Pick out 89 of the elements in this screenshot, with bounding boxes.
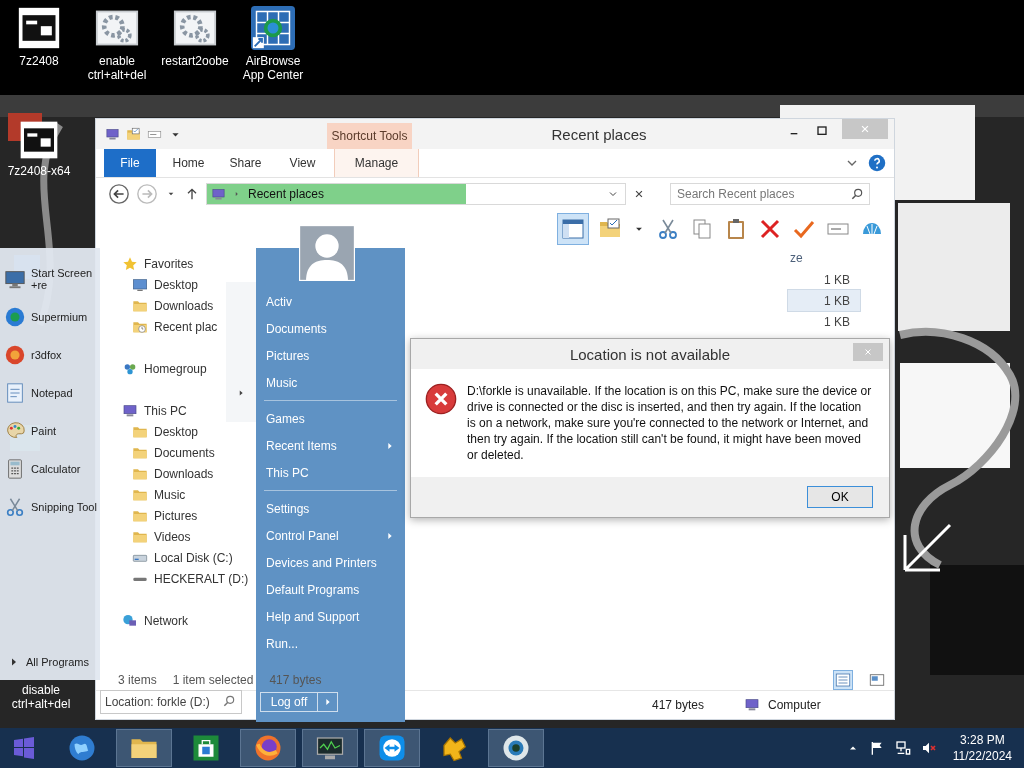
computer-icon: [211, 186, 226, 202]
back-icon[interactable]: [108, 183, 130, 205]
search-icon: [222, 694, 236, 708]
browser-icon[interactable]: [4, 344, 26, 366]
ribbon-tab[interactable]: View: [274, 149, 331, 177]
dialog-title: Location is not available: [569, 345, 731, 363]
nav-item[interactable]: Pictures: [154, 508, 198, 523]
details-view-icon[interactable]: [834, 671, 852, 689]
program-item[interactable]: Start Screen +re: [31, 267, 99, 291]
windows-logo-icon: [12, 736, 36, 760]
table-cell[interactable]: 1 KB: [788, 311, 860, 332]
nav-item[interactable]: Local Disk (C:): [154, 550, 233, 565]
desktop-icon-label[interactable]: restart2oobe: [157, 54, 233, 68]
column-header[interactable]: ze: [788, 247, 860, 269]
taskbar-button[interactable]: [302, 729, 358, 767]
search-icon: [850, 187, 864, 201]
nav-item[interactable]: Favorites: [144, 256, 194, 271]
eye-icon: [501, 733, 531, 763]
desktop-icon-label[interactable]: AirBrowse App Center: [235, 54, 311, 82]
user-picture-icon[interactable]: [299, 225, 355, 281]
nav-item[interactable]: Desktop: [154, 424, 199, 439]
program-item[interactable]: Supermium: [31, 311, 99, 323]
context-tab-header: Shortcut Tools: [327, 123, 412, 149]
computer-icon[interactable]: [122, 402, 138, 419]
ribbon-tab[interactable]: Manage: [334, 149, 419, 177]
computer-icon: [744, 697, 760, 713]
status-text: 417 bytes: [269, 673, 322, 687]
table-cell[interactable]: 1 KB: [788, 290, 860, 311]
firefox-icon: [253, 733, 283, 763]
nav-item[interactable]: Downloads: [154, 298, 214, 313]
desktop-icon-label[interactable]: 7z2408: [1, 54, 77, 68]
desktop-icon-label[interactable]: enable ctrl+alt+del: [79, 54, 155, 82]
taskbar-button[interactable]: [488, 729, 544, 767]
arrow-button[interactable]: [318, 692, 338, 712]
nav-item[interactable]: Documents: [154, 445, 215, 460]
remote-arrows-icon: [377, 733, 407, 763]
ribbon-tab[interactable]: Share: [217, 149, 274, 177]
error-message: D:\forkle is unavailable. If the location is on this PC, make sure the device or drive is connected or the disc is inserted, and then try again. If the location is on a network, make sure you're connected to the network or Internet, and then try again. If the location still can't be found, it might have been moved or deleted.: [467, 383, 873, 463]
network-icon[interactable]: [894, 740, 911, 756]
program-item[interactable]: r3dfox: [31, 349, 99, 361]
nav-item[interactable]: HECKERALT (D:): [154, 571, 249, 586]
clock-date[interactable]: 11/22/2024: [952, 748, 1012, 764]
clock-time[interactable]: 3:28 PM: [960, 732, 1005, 748]
speaker-icon[interactable]: [920, 740, 937, 756]
address-field[interactable]: Recent places: [206, 183, 626, 205]
store-icon: [191, 733, 221, 763]
status-text: 1 item selected: [172, 673, 254, 687]
nav-item[interactable]: Music: [154, 487, 186, 502]
address-text: Recent places: [248, 187, 325, 201]
error-icon: [425, 383, 457, 415]
monitor-icon[interactable]: [4, 268, 26, 290]
search-field[interactable]: Search Recent places: [670, 183, 870, 205]
window-title: Recent places: [550, 124, 648, 145]
star-icon[interactable]: [122, 255, 138, 272]
monitor-icon[interactable]: [132, 276, 148, 293]
taskbar-button[interactable]: [364, 729, 420, 767]
nav-item[interactable]: This PC: [144, 403, 187, 418]
notepad-icon[interactable]: [4, 382, 26, 404]
program-item[interactable]: Snipping Tool: [31, 501, 99, 513]
status-text: 417 bytes: [652, 698, 706, 712]
status-text: Computer: [768, 698, 821, 712]
nav-item[interactable]: Recent plac: [154, 319, 218, 334]
desktop-icon-label[interactable]: disable ctrl+alt+del: [3, 683, 79, 711]
program-item[interactable]: Paint: [31, 425, 99, 437]
archive-icon[interactable]: [17, 6, 61, 50]
computer-icon[interactable]: [105, 126, 120, 142]
table-cell[interactable]: 1 KB: [788, 269, 860, 290]
ribbon-tab[interactable]: Home: [160, 149, 217, 177]
nav-item[interactable]: Downloads: [154, 466, 214, 481]
nav-item[interactable]: Videos: [154, 529, 191, 544]
search-field[interactable]: Location: forkle (D:): [100, 690, 242, 714]
file-tab[interactable]: File: [104, 149, 156, 177]
scissors-icon[interactable]: [4, 496, 26, 518]
ok-button[interactable]: OK: [807, 486, 873, 508]
desktop-icon-label[interactable]: 7z2408-x64: [1, 164, 77, 178]
folder-check-icon[interactable]: [126, 126, 141, 142]
globe-icon: [67, 733, 97, 763]
preview-view-icon[interactable]: [868, 671, 886, 689]
browser-icon[interactable]: [4, 306, 26, 328]
preview-pane-icon[interactable]: [558, 213, 588, 244]
program-item[interactable]: Notepad: [31, 387, 99, 399]
help-icon[interactable]: [868, 154, 886, 172]
program-item[interactable]: Calculator: [31, 463, 99, 475]
nav-item[interactable]: Desktop: [154, 277, 199, 292]
nav-item[interactable]: Network: [144, 613, 188, 628]
all-programs-item[interactable]: All Programs: [26, 656, 94, 668]
status-text: 3 items: [118, 673, 157, 687]
app-grid-icon[interactable]: [251, 6, 295, 50]
nav-item[interactable]: Homegroup: [144, 361, 207, 376]
